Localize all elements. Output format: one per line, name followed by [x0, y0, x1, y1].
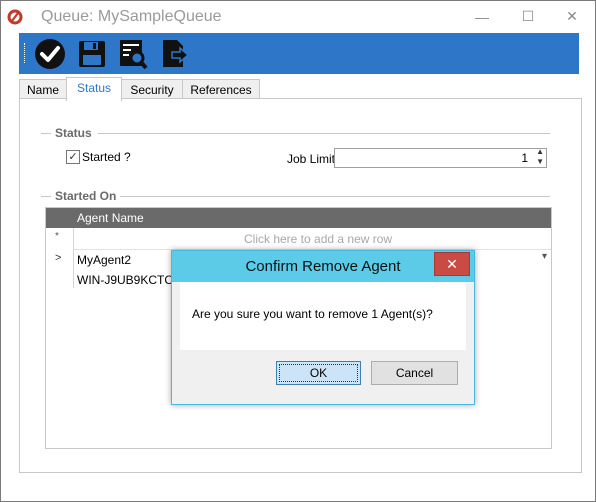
cancel-button[interactable]: Cancel — [371, 361, 458, 385]
save-disk-icon — [79, 40, 105, 67]
view-details-button[interactable] — [117, 37, 149, 70]
minimize-button[interactable]: — — [459, 1, 505, 32]
stepper-up-icon[interactable]: ▲ — [536, 147, 544, 156]
grid-header: Agent Name — [46, 208, 551, 228]
started-checkbox[interactable]: ✓ — [66, 150, 80, 164]
ok-button[interactable]: OK — [276, 361, 361, 385]
checkmark-icon: ✓ — [68, 151, 78, 163]
close-icon: ✕ — [566, 8, 578, 24]
maximize-icon: ☐ — [521, 8, 535, 24]
tab-references[interactable]: References — [182, 79, 260, 100]
export-arrow-icon — [163, 39, 190, 67]
close-icon: ✕ — [446, 255, 458, 272]
save-button[interactable] — [76, 37, 108, 70]
started-on-divider — [120, 196, 550, 197]
status-group-divider — [98, 133, 550, 134]
apply-button[interactable] — [34, 37, 66, 70]
row-dropdown-icon[interactable]: ▾ — [542, 251, 547, 262]
dialog-body: Are you sure you want to remove 1 Agent(… — [180, 282, 466, 350]
tab-security[interactable]: Security — [121, 79, 183, 100]
status-group-title: Status — [55, 126, 92, 140]
maximize-button[interactable]: ☐ — [505, 1, 551, 32]
confirm-remove-dialog: Confirm Remove Agent ✕ Are you sure you … — [171, 250, 475, 405]
queue-window: Queue: MySampleQueue — ☐ ✕ Name Status S… — [0, 0, 596, 502]
started-on-divider-left — [41, 196, 51, 197]
current-row-marker: > — [55, 252, 62, 264]
job-limit-label: Job Limit — [287, 152, 336, 166]
dialog-title: Confirm Remove Agent — [245, 258, 401, 275]
tab-status[interactable]: Status — [66, 77, 122, 101]
checkmark-circle-icon — [35, 38, 65, 69]
dialog-message: Are you sure you want to remove 1 Agent(… — [192, 307, 433, 321]
dialog-title-bar: Confirm Remove Agent ✕ — [172, 251, 474, 282]
new-row-marker: * — [55, 231, 59, 242]
job-limit-stepper[interactable]: 1 ▲ ▼ — [334, 147, 547, 168]
started-label: Started ? — [82, 150, 131, 164]
toolbar-grip[interactable] — [24, 43, 28, 63]
dialog-close-button[interactable]: ✕ — [434, 252, 470, 276]
minimize-icon: — — [475, 8, 489, 25]
agent-name-cell: MyAgent2 — [77, 253, 132, 267]
new-row[interactable]: Click here to add a new row — [74, 229, 551, 250]
started-on-group-title: Started On — [55, 189, 117, 203]
status-group-divider-left — [41, 133, 51, 134]
app-logo-icon — [7, 9, 23, 25]
window-title: Queue: MySampleQueue — [41, 8, 222, 25]
tab-name[interactable]: Name — [19, 79, 67, 100]
title-bar: Queue: MySampleQueue — ☐ ✕ — [1, 1, 595, 32]
export-button[interactable] — [159, 37, 191, 70]
agent-name-column-header[interactable]: Agent Name — [77, 211, 144, 225]
stepper-down-icon[interactable]: ▼ — [536, 157, 544, 166]
new-row-placeholder: Click here to add a new row — [244, 232, 393, 246]
job-limit-value: 1 — [521, 151, 528, 165]
document-search-icon — [120, 39, 148, 69]
close-button[interactable]: ✕ — [549, 1, 595, 32]
toolbar — [19, 33, 579, 74]
